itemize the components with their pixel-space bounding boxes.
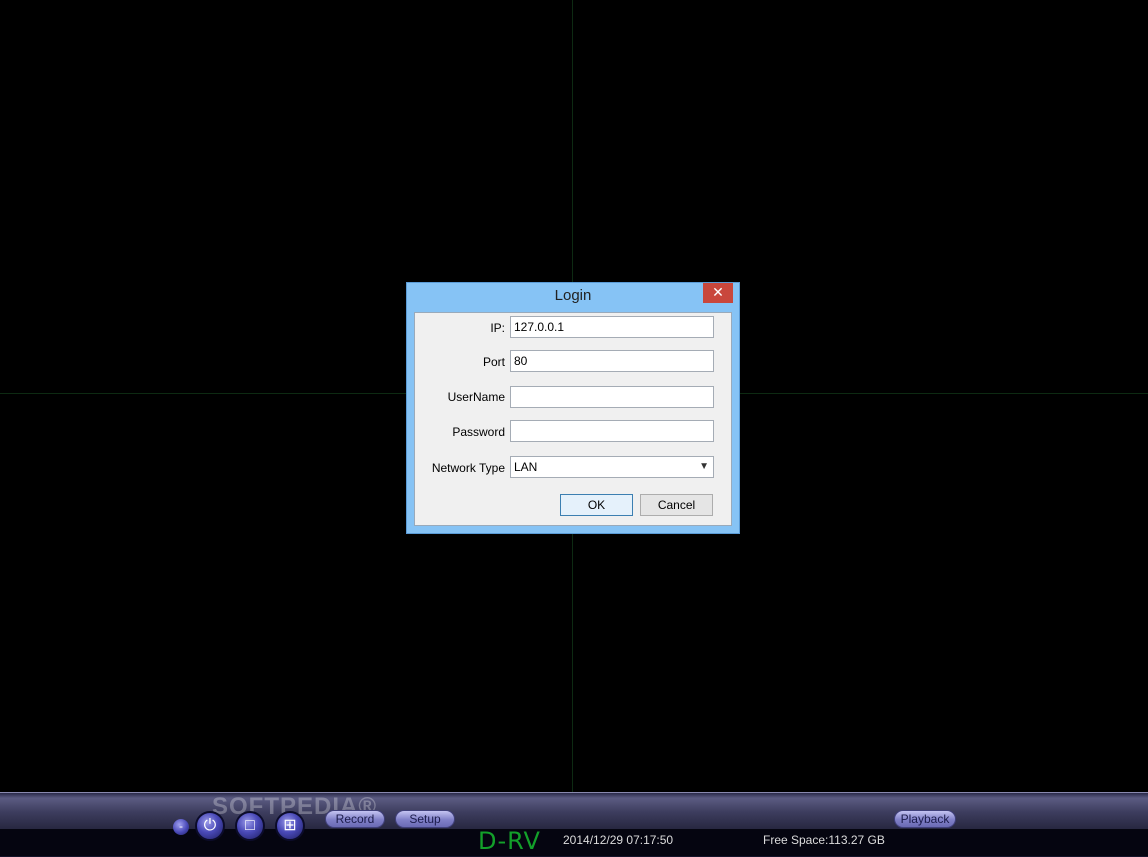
setup-button[interactable]: Setup <box>395 810 455 828</box>
quad-view-button[interactable]: ⊞ <box>275 811 305 841</box>
datetime-display: 2014/12/29 07:17:50 <box>563 833 674 847</box>
login-dialog: Login ✕ IP: 127.0.0.1 Port 80 UserName P… <box>406 282 740 534</box>
playback-button[interactable]: Playback <box>894 810 956 828</box>
port-label: Port <box>482 355 505 369</box>
brand-logo: D-RV <box>478 827 541 855</box>
record-button[interactable]: Record <box>325 810 385 828</box>
dialog-title: Login <box>554 287 592 304</box>
free-space-display: Free Space:113.27 GB <box>763 833 885 847</box>
ip-label: IP: <box>490 321 505 335</box>
single-view-button[interactable]: □ <box>235 811 265 841</box>
cancel-button[interactable]: Cancel <box>640 494 713 516</box>
close-button[interactable]: ✕ <box>703 283 733 303</box>
minimize-button[interactable]: - <box>173 819 189 835</box>
network-type-label: Network Type <box>431 461 505 475</box>
password-label: Password <box>452 425 505 439</box>
power-button[interactable]: ⏻ <box>195 811 225 841</box>
chevron-down-icon: ▼ <box>699 461 709 472</box>
ip-input[interactable]: 127.0.0.1 <box>510 316 714 338</box>
ok-button[interactable]: OK <box>560 494 633 516</box>
network-type-value: LAN <box>514 460 538 474</box>
port-input[interactable]: 80 <box>510 350 714 372</box>
password-input[interactable] <box>510 420 714 442</box>
dialog-body: IP: 127.0.0.1 Port 80 UserName Password … <box>414 312 732 526</box>
square-icon: □ <box>245 817 255 834</box>
minus-icon: - <box>179 819 183 833</box>
network-type-select[interactable]: LAN ▼ <box>510 456 714 478</box>
username-input[interactable] <box>510 386 714 408</box>
grid-icon: ⊞ <box>283 817 297 834</box>
username-label: UserName <box>447 390 505 404</box>
close-icon: ✕ <box>712 284 724 300</box>
power-icon: ⏻ <box>203 817 217 834</box>
